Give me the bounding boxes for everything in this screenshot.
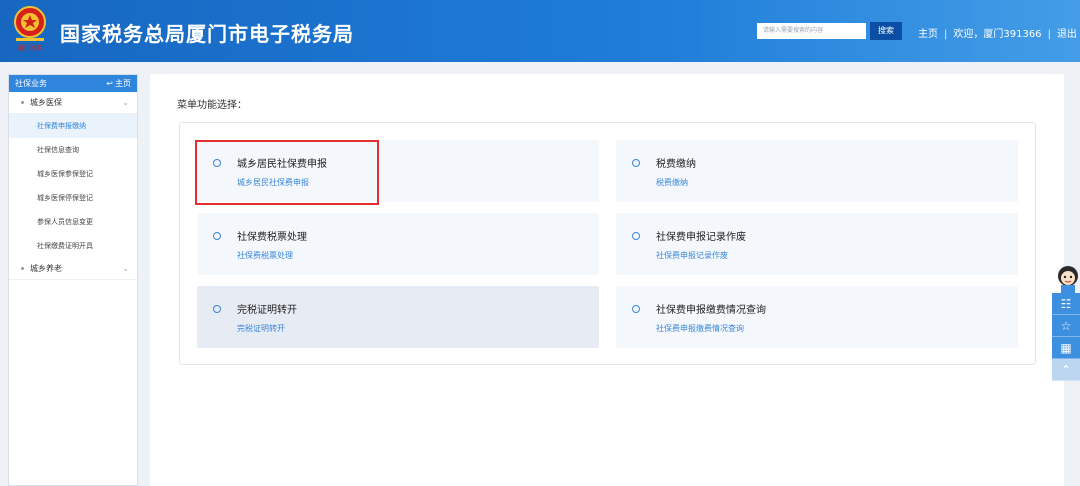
sidebar: 社保业务 ↩ 主页 城乡医保 ⌄ 社保费申报缴纳 社保信息查询 城乡医保参保登记… bbox=[8, 74, 138, 486]
logout-link[interactable]: 退出 bbox=[1057, 25, 1077, 40]
sidebar-group-label: 城乡养老 bbox=[30, 264, 62, 273]
divider: | bbox=[1047, 29, 1051, 40]
welcome-text: 欢迎，厦门391366 bbox=[953, 29, 1042, 40]
menu-card-subtitle: 完税证明转开 bbox=[237, 324, 285, 333]
star-icon[interactable]: ☆ bbox=[1052, 315, 1080, 337]
top-links: 主页 | 欢迎，厦门391366 | 退出 bbox=[918, 25, 1077, 40]
national-emblem-icon: 厦门税务 bbox=[14, 6, 46, 52]
top-header: 厦门税务 国家税务总局厦门市电子税务局 请输入需要搜索的内容 搜索 主页 | 欢迎，… bbox=[0, 0, 1080, 62]
menu-panel: 城乡居民社保费申报 城乡居民社保费申报 税费缴纳 税费缴纳 社保费税票处理 社保… bbox=[179, 122, 1036, 365]
radio-circle-icon bbox=[213, 305, 221, 313]
menu-card-title: 社保费申报记录作废 bbox=[656, 232, 746, 243]
home-icon: ↩ bbox=[106, 79, 113, 88]
menu-section-label: 菜单功能选择： bbox=[177, 100, 247, 111]
radio-circle-icon bbox=[632, 232, 640, 240]
sidebar-header: 社保业务 ↩ 主页 bbox=[9, 75, 137, 92]
radio-circle-icon bbox=[213, 159, 221, 167]
menu-card-void-record[interactable]: 社保费申报记录作废 社保费申报记录作废 bbox=[616, 213, 1018, 275]
menu-card-subtitle: 社保费申报记录作废 bbox=[656, 251, 728, 260]
menu-card-subtitle: 税费缴纳 bbox=[656, 178, 688, 187]
search-input[interactable]: 请输入需要搜索的内容 bbox=[757, 23, 866, 39]
radio-circle-icon bbox=[213, 232, 221, 240]
menu-card-subtitle: 城乡居民社保费申报 bbox=[237, 178, 309, 187]
menu-card-title: 社保费申报缴费情况查询 bbox=[656, 305, 766, 316]
calendar-icon[interactable]: ▦ bbox=[1052, 337, 1080, 359]
sidebar-item-medical-stop[interactable]: 城乡医保停保登记 bbox=[9, 186, 137, 210]
menu-card-title: 城乡居民社保费申报 bbox=[237, 159, 327, 170]
sidebar-item-social-fee-declare[interactable]: 社保费申报缴纳 bbox=[9, 114, 137, 138]
sidebar-title: 社保业务 bbox=[15, 79, 47, 88]
assistant-mascot-icon[interactable] bbox=[1052, 263, 1080, 293]
search-button[interactable]: 搜索 bbox=[870, 22, 902, 40]
sidebar-item-medical-enroll[interactable]: 城乡医保参保登记 bbox=[9, 162, 137, 186]
menu-card-subtitle: 社保费税票处理 bbox=[237, 251, 293, 260]
menu-card-title: 完税证明转开 bbox=[237, 305, 297, 316]
radio-circle-icon bbox=[632, 305, 640, 313]
sidebar-item-insured-change[interactable]: 参保人员信息变更 bbox=[9, 210, 137, 234]
home-link[interactable]: 主页 bbox=[918, 25, 938, 40]
menu-card-tax-payment[interactable]: 税费缴纳 税费缴纳 bbox=[616, 140, 1018, 202]
bullet-icon bbox=[21, 267, 24, 270]
id-card-icon[interactable]: ☷ bbox=[1052, 293, 1080, 315]
chevron-down-icon: ⌄ bbox=[122, 264, 129, 273]
menu-card-payment-query[interactable]: 社保费申报缴费情况查询 社保费申报缴费情况查询 bbox=[616, 286, 1018, 348]
menu-card-resident-declare[interactable]: 城乡居民社保费申报 城乡居民社保费申报 bbox=[197, 140, 599, 202]
main-content: 菜单功能选择： 城乡居民社保费申报 城乡居民社保费申报 税费缴纳 税费缴纳 社保… bbox=[150, 74, 1064, 486]
radio-circle-icon bbox=[632, 159, 640, 167]
sidebar-group-label: 城乡医保 bbox=[30, 98, 62, 107]
site-title: 国家税务总局厦门市电子税务局 bbox=[60, 22, 354, 46]
emblem-caption: 厦门税务 bbox=[18, 44, 42, 52]
menu-card-tax-receipt[interactable]: 社保费税票处理 社保费税票处理 bbox=[197, 213, 599, 275]
chevron-down-icon: ⌄ bbox=[122, 98, 129, 107]
menu-card-subtitle: 社保费申报缴费情况查询 bbox=[656, 324, 744, 333]
menu-card-title: 社保费税票处理 bbox=[237, 232, 307, 243]
sidebar-group-pension[interactable]: 城乡养老 ⌄ bbox=[9, 258, 137, 280]
floating-toolbar: ☷ ☆ ▦ ⌃ bbox=[1052, 293, 1080, 381]
menu-card-tax-certificate[interactable]: 完税证明转开 完税证明转开 bbox=[197, 286, 599, 348]
arrow-up-icon[interactable]: ⌃ bbox=[1052, 359, 1080, 381]
divider: | bbox=[944, 29, 948, 40]
sidebar-item-payment-certificate[interactable]: 社保缴费证明开具 bbox=[9, 234, 137, 258]
sidebar-home-label: 主页 bbox=[115, 79, 131, 88]
sidebar-home-link[interactable]: ↩ 主页 bbox=[106, 78, 131, 89]
menu-card-title: 税费缴纳 bbox=[656, 159, 696, 170]
sidebar-item-social-info-query[interactable]: 社保信息查询 bbox=[9, 138, 137, 162]
bullet-icon bbox=[21, 101, 24, 104]
sidebar-group-medical[interactable]: 城乡医保 ⌄ bbox=[9, 92, 137, 114]
